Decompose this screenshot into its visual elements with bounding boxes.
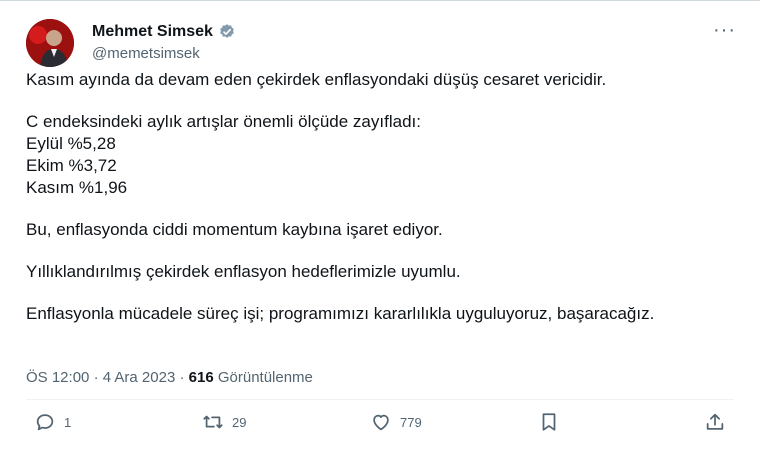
author-block: Mehmet Simsek @memetsimsek (92, 23, 236, 62)
tweet-paragraph: Yıllıklandırılmış çekirdek enflasyon hed… (26, 262, 461, 281)
tweet-card: Mehmet Simsek @memetsimsek ··· Kasım ayı… (0, 0, 760, 450)
meta-separator: · (179, 369, 185, 386)
more-options-icon[interactable]: ··· (713, 19, 736, 42)
divider (26, 399, 734, 400)
retweet-count: 29 (232, 414, 247, 430)
retweet-button[interactable]: 29 (202, 411, 246, 433)
tweet-paragraph: Bu, enflasyonda ciddi momentum kaybına i… (26, 220, 443, 239)
meta-separator: · (93, 369, 99, 386)
tweet-line: Eylül %5,28 (26, 134, 116, 153)
tweet-text: Kasım ayında da devam eden çekirdek enfl… (26, 69, 726, 345)
like-button[interactable]: 779 (370, 411, 422, 433)
heart-icon (373, 414, 389, 431)
action-bar: 1 29 779 (24, 411, 736, 439)
tweet-meta: ÖS 12:00 · 4 Ara 2023 · 616 Görüntülenme (26, 369, 313, 386)
author-name[interactable]: Mehmet Simsek (92, 23, 213, 41)
name-row: Mehmet Simsek (92, 23, 236, 41)
reply-icon (36, 414, 54, 431)
verified-icon (220, 24, 234, 38)
tweet-paragraph: Kasım ayında da devam eden çekirdek enfl… (26, 70, 607, 89)
avatar-image (26, 19, 74, 67)
author-handle[interactable]: @memetsimsek (92, 45, 236, 62)
tweet-time[interactable]: ÖS 12:00 (26, 369, 89, 386)
like-count: 779 (400, 414, 422, 430)
reply-count: 1 (64, 414, 72, 430)
bookmark-icon (542, 413, 556, 431)
share-icon (706, 413, 724, 430)
tweet-line: Ekim %3,72 (26, 156, 117, 175)
retweet-icon (203, 415, 223, 429)
avatar[interactable] (26, 19, 74, 67)
tweet-paragraph: Enflasyonla mücadele süreç işi; programı… (26, 304, 655, 323)
tweet-date[interactable]: 4 Ara 2023 (103, 369, 176, 386)
bookmark-button[interactable] (538, 411, 560, 433)
tweet-paragraph-list: C endeksindeki aylık artışlar önemli ölç… (26, 111, 726, 199)
tweet-line: Kasım %1,96 (26, 178, 128, 197)
share-button[interactable] (704, 411, 726, 433)
tweet-line: C endeksindeki aylık artışlar önemli ölç… (26, 112, 421, 131)
reply-button[interactable]: 1 (34, 411, 71, 433)
views-label: Görüntülenme (217, 369, 313, 386)
views-count: 616 (188, 369, 214, 386)
